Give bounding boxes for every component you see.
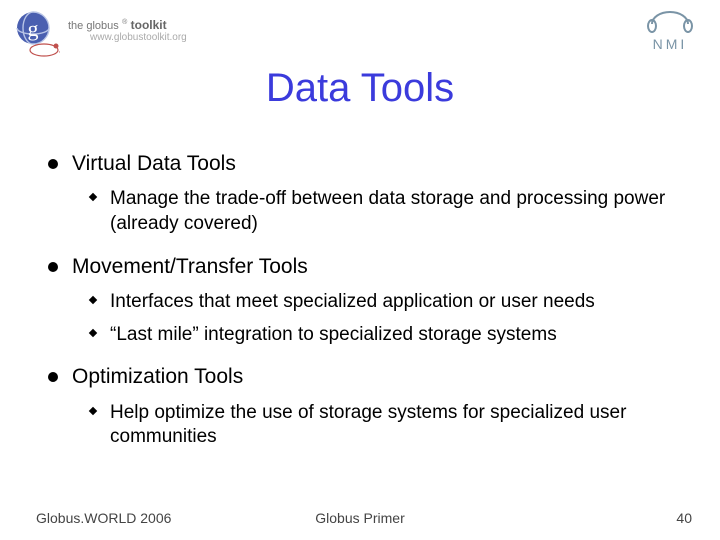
diamond-bullet-icon bbox=[88, 406, 98, 450]
headset-icon bbox=[640, 10, 700, 34]
slide-body: Virtual Data Tools Manage the trade-off … bbox=[48, 150, 680, 466]
nmi-logo: NMI bbox=[640, 10, 700, 52]
l2-text: “Last mile” integration to specialized s… bbox=[110, 323, 680, 348]
globus-line1: the globus bbox=[68, 20, 119, 32]
globus-line2: toolkit bbox=[131, 18, 167, 32]
globus-g-icon: g T bbox=[6, 6, 60, 60]
svg-text:T: T bbox=[59, 50, 60, 60]
disc-bullet-icon bbox=[48, 262, 58, 272]
diamond-bullet-icon bbox=[88, 328, 98, 348]
section-virtual-data-tools: Virtual Data Tools Manage the trade-off … bbox=[48, 150, 680, 237]
globus-toolkit-logo: g T the globus ® toolkit www.globustoolk… bbox=[6, 6, 236, 66]
tm-icon: ® bbox=[122, 19, 127, 26]
l2-text: Interfaces that meet specialized applica… bbox=[110, 290, 680, 315]
section-movement-transfer-tools: Movement/Transfer Tools Interfaces that … bbox=[48, 253, 680, 348]
l1-heading: Movement/Transfer Tools bbox=[72, 253, 680, 280]
disc-bullet-icon bbox=[48, 159, 58, 169]
nmi-label: NMI bbox=[640, 36, 700, 52]
diamond-bullet-icon bbox=[88, 192, 98, 236]
footer-center: Globus Primer bbox=[0, 510, 720, 526]
footer-page-number: 40 bbox=[676, 510, 692, 526]
l1-heading: Optimization Tools bbox=[72, 363, 680, 390]
l2-text: Help optimize the use of storage systems… bbox=[110, 401, 680, 450]
l2-text: Manage the trade-off between data storag… bbox=[110, 187, 680, 236]
diamond-bullet-icon bbox=[88, 295, 98, 315]
disc-bullet-icon bbox=[48, 372, 58, 382]
slide-title: Data Tools bbox=[0, 66, 720, 111]
l1-heading: Virtual Data Tools bbox=[72, 150, 680, 177]
globus-url: www.globustoolkit.org bbox=[90, 32, 187, 43]
slide: g T the globus ® toolkit www.globustoolk… bbox=[0, 0, 720, 540]
svg-text:g: g bbox=[28, 16, 39, 41]
section-optimization-tools: Optimization Tools Help optimize the use… bbox=[48, 363, 680, 450]
globus-text: the globus ® toolkit bbox=[68, 16, 167, 33]
